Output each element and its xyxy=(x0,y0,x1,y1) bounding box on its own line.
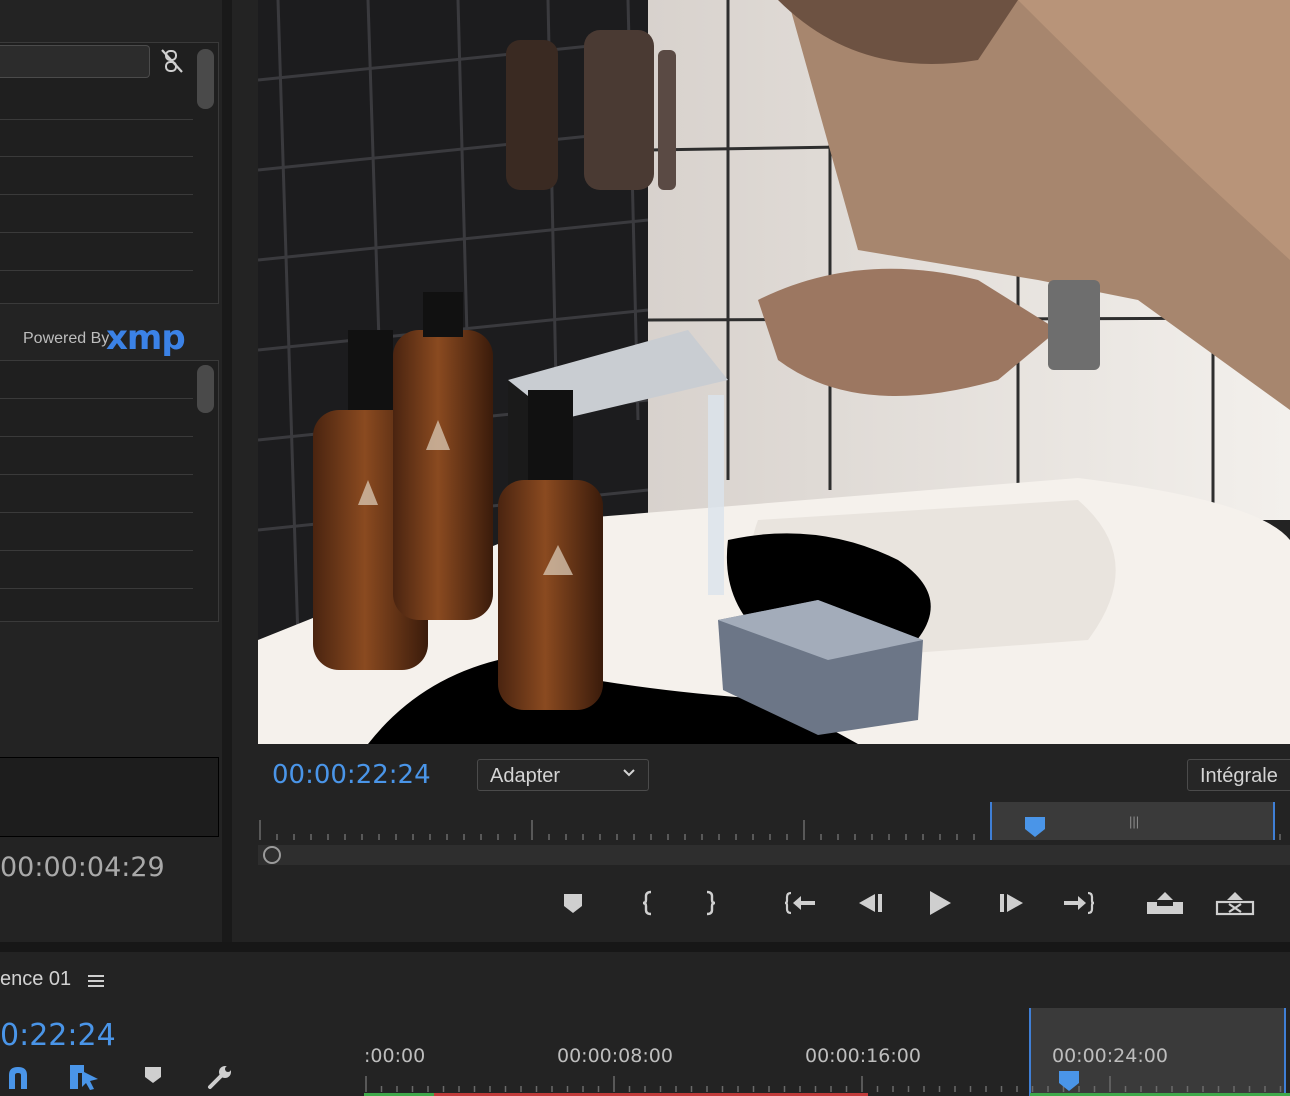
metadata-row-divider xyxy=(0,550,193,551)
timeline-playhead-icon[interactable] xyxy=(1057,1069,1081,1093)
lift-button[interactable] xyxy=(1145,888,1185,918)
metadata-list-top xyxy=(0,42,219,304)
timeline-ruler-label: :00:00 xyxy=(364,1045,426,1067)
unlink-icon[interactable] xyxy=(158,47,186,75)
metadata-row-divider xyxy=(0,474,193,475)
snap-magnet-icon[interactable] xyxy=(4,1063,32,1091)
metadata-row-divider xyxy=(0,119,193,120)
timeline-time-ruler[interactable] xyxy=(364,1072,1290,1096)
metadata-empty-area xyxy=(0,630,222,750)
mark-in-button[interactable] xyxy=(631,888,663,918)
xmp-logo: xmp xyxy=(106,318,186,358)
monitor-playhead-icon[interactable] xyxy=(1023,815,1047,839)
metadata-row-divider xyxy=(0,512,193,513)
panel-divider[interactable] xyxy=(222,0,232,942)
panel-divider-horizontal[interactable] xyxy=(0,942,1290,952)
metadata-scrollbar-top[interactable] xyxy=(197,49,214,109)
metadata-scrollbar-bottom[interactable] xyxy=(197,365,214,413)
clip-duration: 00:00:04:29 xyxy=(0,852,165,883)
go-to-out-button[interactable] xyxy=(1062,888,1094,918)
playback-resolution-value: Intégrale xyxy=(1200,765,1278,787)
timeline-add-marker-icon[interactable] xyxy=(143,1063,171,1091)
timeline-playhead-timecode[interactable]: 0:22:24 xyxy=(0,1018,116,1053)
metadata-panel: Powered By xmp 00:00:04:29 xyxy=(0,0,222,942)
metadata-list-bottom xyxy=(0,360,219,622)
sequence-tab-label[interactable]: ence 01 xyxy=(0,968,71,991)
wrench-icon[interactable] xyxy=(206,1063,234,1091)
timeline-ruler-label: 00:00:08:00 xyxy=(557,1045,673,1067)
hamburger-menu-icon[interactable] xyxy=(87,972,105,990)
metadata-row-divider xyxy=(0,398,193,399)
mark-out-button[interactable] xyxy=(695,888,727,918)
metadata-row-divider xyxy=(0,194,193,195)
timeline-ruler-label: 00:00:24:00 xyxy=(1052,1045,1168,1067)
powered-by-label: Powered By xyxy=(23,330,110,347)
step-forward-button[interactable] xyxy=(995,888,1027,918)
metadata-row-divider xyxy=(0,270,193,271)
extract-button[interactable] xyxy=(1215,888,1255,918)
step-back-button[interactable] xyxy=(855,888,887,918)
timeline-ruler-label: 00:00:16:00 xyxy=(805,1045,921,1067)
monitor-scrub-bar[interactable] xyxy=(258,845,1290,865)
metadata-row-divider xyxy=(0,588,193,589)
zoom-range-grip-icon[interactable]: ||| xyxy=(1129,814,1139,829)
metadata-row-divider xyxy=(0,156,193,157)
zoom-fit-select[interactable]: Adapter xyxy=(477,759,649,791)
play-button[interactable] xyxy=(924,888,956,918)
video-preview xyxy=(258,0,1290,744)
metadata-row-divider xyxy=(0,232,193,233)
monitor-playhead-timecode[interactable]: 00:00:22:24 xyxy=(272,760,431,790)
add-marker-button[interactable] xyxy=(557,888,589,918)
chevron-down-icon xyxy=(622,766,636,780)
linked-selection-icon[interactable] xyxy=(68,1063,100,1091)
go-to-in-button[interactable] xyxy=(785,888,817,918)
clip-preview-box xyxy=(0,757,219,837)
metadata-search-field[interactable] xyxy=(0,45,150,78)
playback-resolution-select[interactable]: Intégrale xyxy=(1187,759,1290,791)
metadata-row-divider xyxy=(0,436,193,437)
zoom-fit-value: Adapter xyxy=(490,765,561,787)
monitor-scrub-knob[interactable] xyxy=(263,846,281,864)
